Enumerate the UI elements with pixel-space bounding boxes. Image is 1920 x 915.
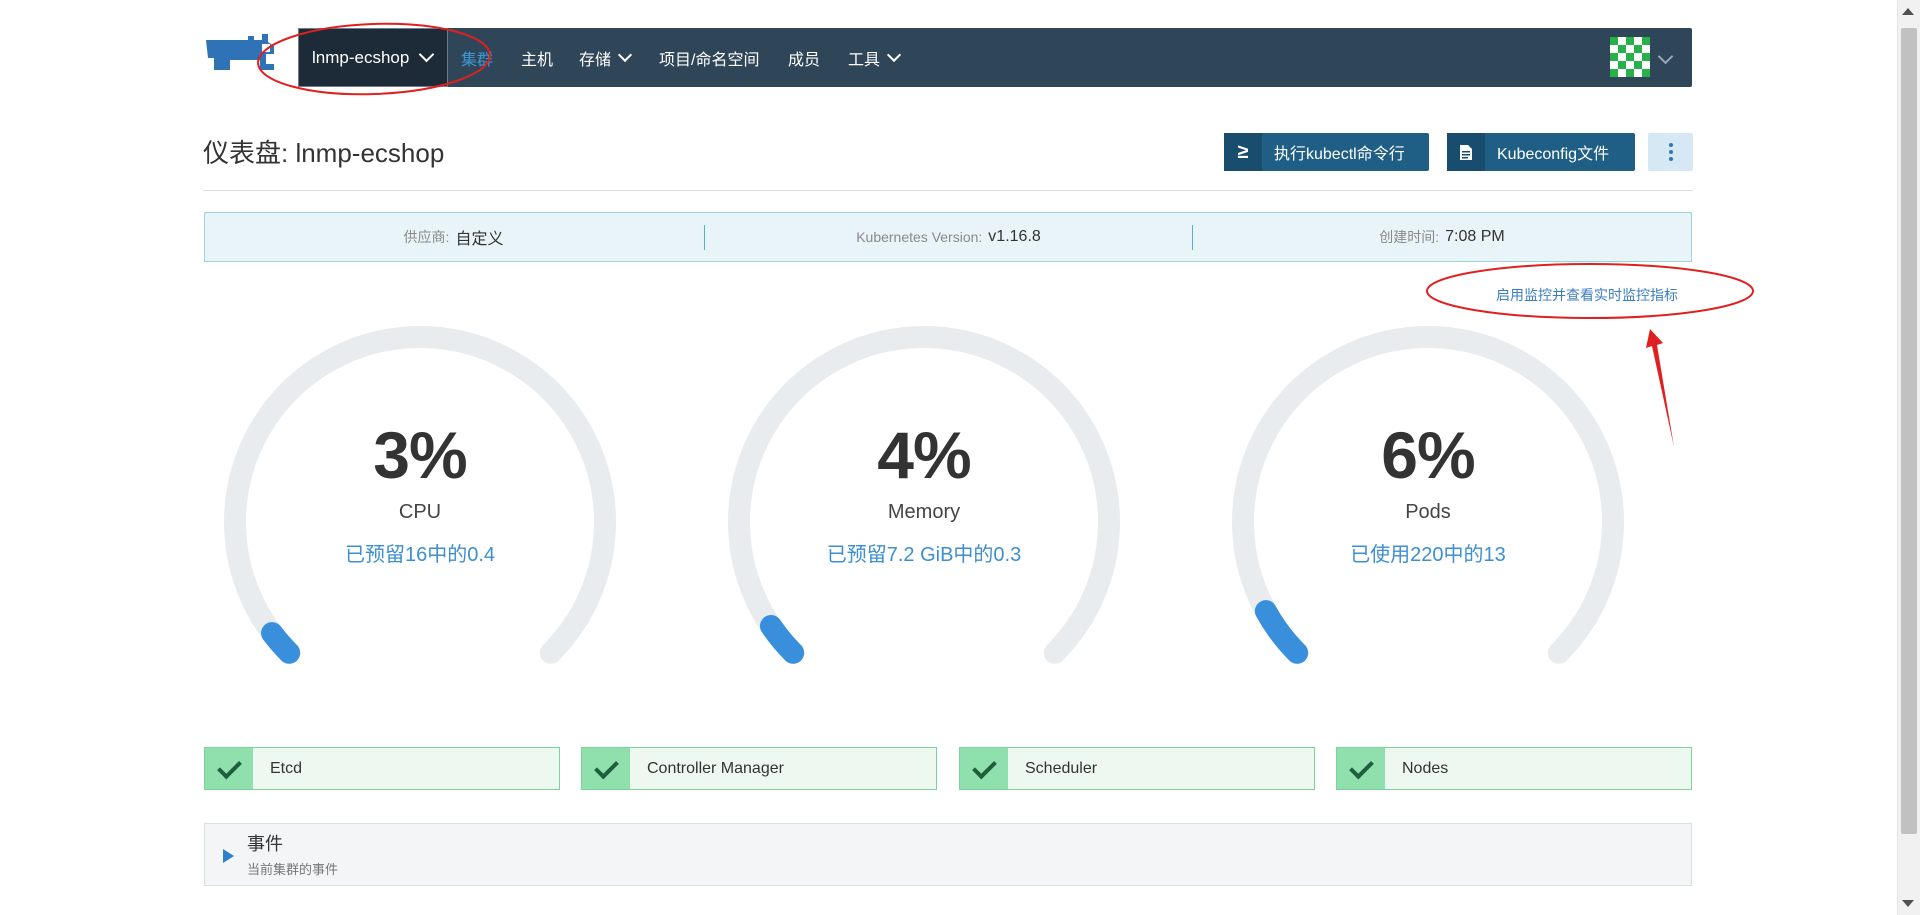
component-status-etcd: Etcd <box>204 747 560 790</box>
scroll-down-arrow-icon[interactable] <box>1902 900 1914 907</box>
check-icon <box>1337 748 1385 789</box>
created-time-label: 创建时间: <box>1379 229 1440 245</box>
chevron-down-icon <box>419 46 435 63</box>
check-icon <box>582 748 630 789</box>
more-actions-button[interactable] <box>1648 133 1693 171</box>
top-navbar: lnmp-ecshop 集群 主机 存储 项目/命名空间 成员 工具 <box>298 28 1692 87</box>
enable-monitoring-link[interactable]: 启用监控并查看实时监控指标 <box>1496 285 1678 305</box>
cpu-gauge: 3% CPU 已预留16中的0.4 <box>220 325 620 665</box>
expand-triangle-icon[interactable] <box>223 849 234 863</box>
cluster-info-bar: 供应商: 自定义 Kubernetes Version: v1.16.8 创建时… <box>204 212 1692 262</box>
nav-item-storage-label: 存储 <box>579 51 612 69</box>
gauge-fill <box>261 622 301 664</box>
gauge-label: CPU <box>398 501 442 523</box>
k8s-version-value: v1.16.8 <box>988 228 1041 245</box>
component-status-nodes: Nodes <box>1336 747 1692 790</box>
nav-item-projects[interactable]: 项目/命名空间 <box>659 28 759 87</box>
component-name: Nodes <box>1402 759 1449 777</box>
nav-item-storage[interactable]: 存储 <box>579 28 633 87</box>
gauge-detail: 已预留16中的0.4 <box>344 544 496 566</box>
file-icon <box>1447 133 1485 171</box>
pods-gauge: 6% Pods 已使用220中的13 <box>1228 325 1628 665</box>
gauge-percent: 6% <box>1381 418 1475 492</box>
check-icon <box>205 748 253 789</box>
chevron-down-icon <box>886 47 902 63</box>
component-status-controller-manager: Controller Manager <box>581 747 937 790</box>
terminal-icon: ≥ <box>1224 133 1262 171</box>
gauge-label: Pods <box>1405 501 1451 523</box>
scroll-up-arrow-icon[interactable] <box>1902 8 1914 15</box>
kubeconfig-file-button[interactable]: Kubeconfig文件 <box>1447 133 1635 171</box>
avatar-icon[interactable] <box>1610 37 1650 77</box>
nav-item-cluster-label: 集群 <box>461 51 494 69</box>
provider-value: 自定义 <box>455 231 504 248</box>
provider-info: 供应商: 自定义 <box>205 213 702 261</box>
gauge-svg <box>728 326 1120 664</box>
gauge-percent: 4% <box>877 418 971 492</box>
component-name: Controller Manager <box>647 759 784 777</box>
gauge-percent: 3% <box>373 418 467 492</box>
kubectl-shell-button-label: 执行kubectl命令行 <box>1274 146 1405 163</box>
vertical-scrollbar[interactable] <box>1897 0 1920 915</box>
gauge-svg <box>1232 326 1624 664</box>
gauge-fill <box>1254 600 1309 664</box>
created-time-value: 7:08 PM <box>1445 228 1505 245</box>
chevron-down-icon[interactable] <box>1657 48 1674 65</box>
nav-item-tools[interactable]: 工具 <box>848 28 902 87</box>
cluster-dashboard-page: lnmp-ecshop 集群 主机 存储 项目/命名空间 成员 工具 仪表盘: … <box>0 0 1898 915</box>
kubeconfig-file-button-label: Kubeconfig文件 <box>1497 146 1610 163</box>
nav-item-hosts[interactable]: 主机 <box>521 28 553 87</box>
memory-gauge: 4% Memory 已预留7.2 GiB中的0.3 <box>724 325 1124 665</box>
component-status-scheduler: Scheduler <box>959 747 1315 790</box>
events-title: 事件 <box>247 834 283 854</box>
more-vertical-icon <box>1668 143 1673 161</box>
provider-label: 供应商: <box>403 229 450 245</box>
rancher-logo-icon[interactable] <box>204 30 280 78</box>
gauge-svg <box>224 326 616 664</box>
k8s-version-label: Kubernetes Version: <box>856 229 983 245</box>
gauge-label: Memory <box>887 501 961 523</box>
nav-item-cluster[interactable]: 集群 <box>461 28 493 87</box>
gauge-detail: 已预留7.2 GiB中的0.3 <box>826 544 1022 566</box>
events-subtitle: 当前集群的事件 <box>247 862 339 877</box>
scrollbar-thumb[interactable] <box>1901 28 1917 834</box>
events-panel[interactable]: 事件 当前集群的事件 <box>204 823 1692 886</box>
check-icon <box>960 748 1008 789</box>
k8s-version-info: Kubernetes Version: v1.16.8 <box>705 213 1192 261</box>
header-divider <box>203 190 1693 191</box>
nav-item-projects-label: 项目/命名空间 <box>659 51 760 69</box>
nav-item-members[interactable]: 成员 <box>788 28 820 87</box>
kubectl-shell-button[interactable]: ≥ 执行kubectl命令行 <box>1224 133 1429 171</box>
nav-item-tools-label: 工具 <box>848 51 881 69</box>
gauge-detail: 已使用220中的13 <box>1350 544 1506 566</box>
cluster-selector[interactable]: lnmp-ecshop <box>298 28 448 87</box>
created-time-info: 创建时间: 7:08 PM <box>1193 213 1691 261</box>
nav-item-members-label: 成员 <box>788 51 821 69</box>
nav-item-hosts-label: 主机 <box>521 51 554 69</box>
gauge-track <box>224 326 616 664</box>
chevron-down-icon <box>617 47 633 63</box>
gauge-fill <box>759 614 805 664</box>
annotation-arrow <box>1646 329 1674 447</box>
component-name: Etcd <box>270 759 303 777</box>
gauge-track <box>728 326 1120 664</box>
page-title: 仪表盘: lnmp-ecshop <box>203 138 445 168</box>
cluster-selector-label: lnmp-ecshop <box>312 47 410 67</box>
component-name: Scheduler <box>1025 759 1098 777</box>
gauge-track <box>1232 326 1624 664</box>
